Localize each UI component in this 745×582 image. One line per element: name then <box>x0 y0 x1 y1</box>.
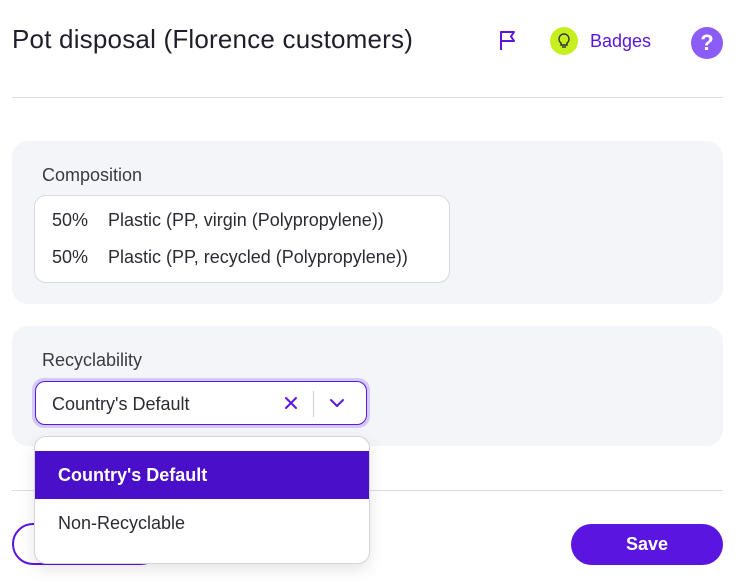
chevron-down-icon[interactable] <box>327 393 347 413</box>
composition-material: Plastic (PP, virgin (Polypropylene)) <box>108 210 384 230</box>
recyclability-select[interactable]: Country's Default <box>35 381 367 425</box>
clear-icon[interactable] <box>281 393 301 413</box>
composition-list: 50% Plastic (PP, virgin (Polypropylene))… <box>34 195 450 283</box>
lightbulb-icon <box>550 27 578 55</box>
flag-icon <box>500 31 515 50</box>
composition-label: Composition <box>42 165 143 185</box>
composition-percent: 50% <box>52 210 89 230</box>
recyclability-dropdown: Country's Default Non-Recyclable <box>34 436 370 564</box>
composition-material: Plastic (PP, recycled (Polypropylene)) <box>108 247 408 267</box>
dropdown-option[interactable]: Country's Default <box>35 451 369 499</box>
help-icon: ? <box>700 30 714 55</box>
badges-label: Badges <box>590 30 652 51</box>
composition-percent: 50% <box>52 247 89 267</box>
header-divider <box>12 97 723 98</box>
save-button[interactable]: Save <box>571 524 723 565</box>
list-item: 50% Plastic (PP, recycled (Polypropylene… <box>52 247 408 268</box>
select-separator <box>313 391 314 417</box>
badges-button[interactable]: Badges <box>550 26 651 56</box>
list-item: 50% Plastic (PP, virgin (Polypropylene)) <box>52 210 384 231</box>
flag-button[interactable] <box>496 28 520 52</box>
select-value: Country's Default <box>52 394 190 414</box>
help-button[interactable]: ? <box>691 27 723 59</box>
composition-panel: Composition 50% Plastic (PP, virgin (Pol… <box>12 141 723 304</box>
dropdown-option[interactable]: Non-Recyclable <box>35 499 369 547</box>
page-title: Pot disposal (Florence customers) <box>12 24 414 54</box>
recyclability-label: Recyclability <box>42 350 143 370</box>
